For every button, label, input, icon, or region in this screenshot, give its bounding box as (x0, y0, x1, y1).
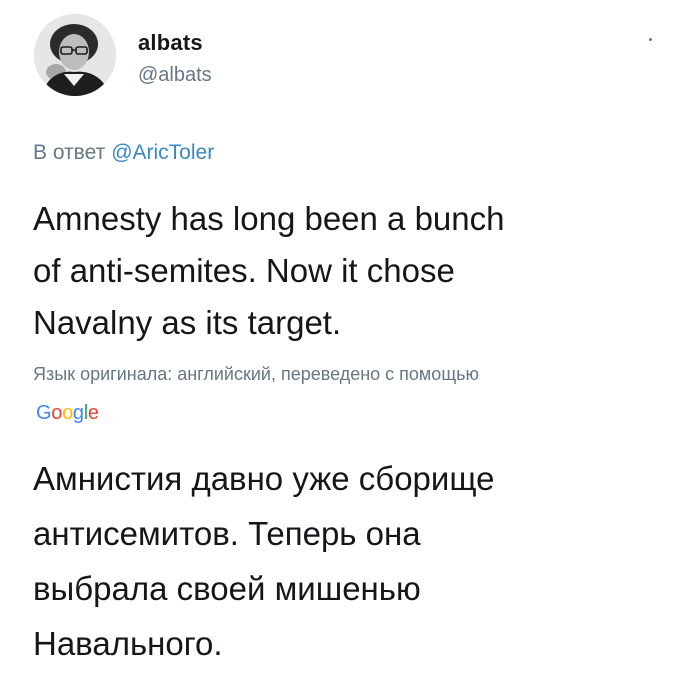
reply-prefix: В ответ (33, 141, 106, 164)
translated-text-line: Навального. (33, 625, 223, 662)
tweet-card: albats @albats В ответ @AricToler Amnesty… (0, 0, 700, 692)
google-logo-letter: e (87, 402, 99, 424)
author-handle[interactable]: @albats (138, 64, 212, 87)
profile-photo-icon (34, 14, 116, 96)
translated-text-line: Амнистия давно уже сборище (33, 460, 495, 497)
google-logo-letter: o (62, 402, 73, 424)
translated-text: Амнистия давно уже сборище антисемитов. … (33, 451, 673, 671)
tweet-text-line: of anti-semites. Now it chose (33, 252, 455, 289)
translated-text-line: выбрала своей мишенью (33, 570, 421, 607)
reply-context: В ответ @AricToler (33, 141, 214, 165)
tweet-text-line: Amnesty has long been a bunch (33, 200, 505, 237)
avatar[interactable] (34, 14, 116, 96)
google-logo[interactable]: Google (36, 402, 99, 425)
more-options-icon[interactable] (649, 38, 652, 41)
author-name[interactable]: albats (138, 30, 203, 56)
translated-text-line: антисемитов. Теперь она (33, 515, 421, 552)
translation-note: Язык оригинала: английский, переведено с… (33, 364, 480, 384)
tweet-text: Amnesty has long been a bunch of anti-se… (33, 193, 673, 349)
reply-mention-link[interactable]: @AricToler (111, 141, 214, 164)
google-logo-letter: o (51, 402, 63, 424)
google-logo-letter: g (72, 402, 84, 424)
tweet-text-line: Navalny as its target. (33, 304, 342, 341)
google-logo-letter: G (36, 402, 52, 424)
